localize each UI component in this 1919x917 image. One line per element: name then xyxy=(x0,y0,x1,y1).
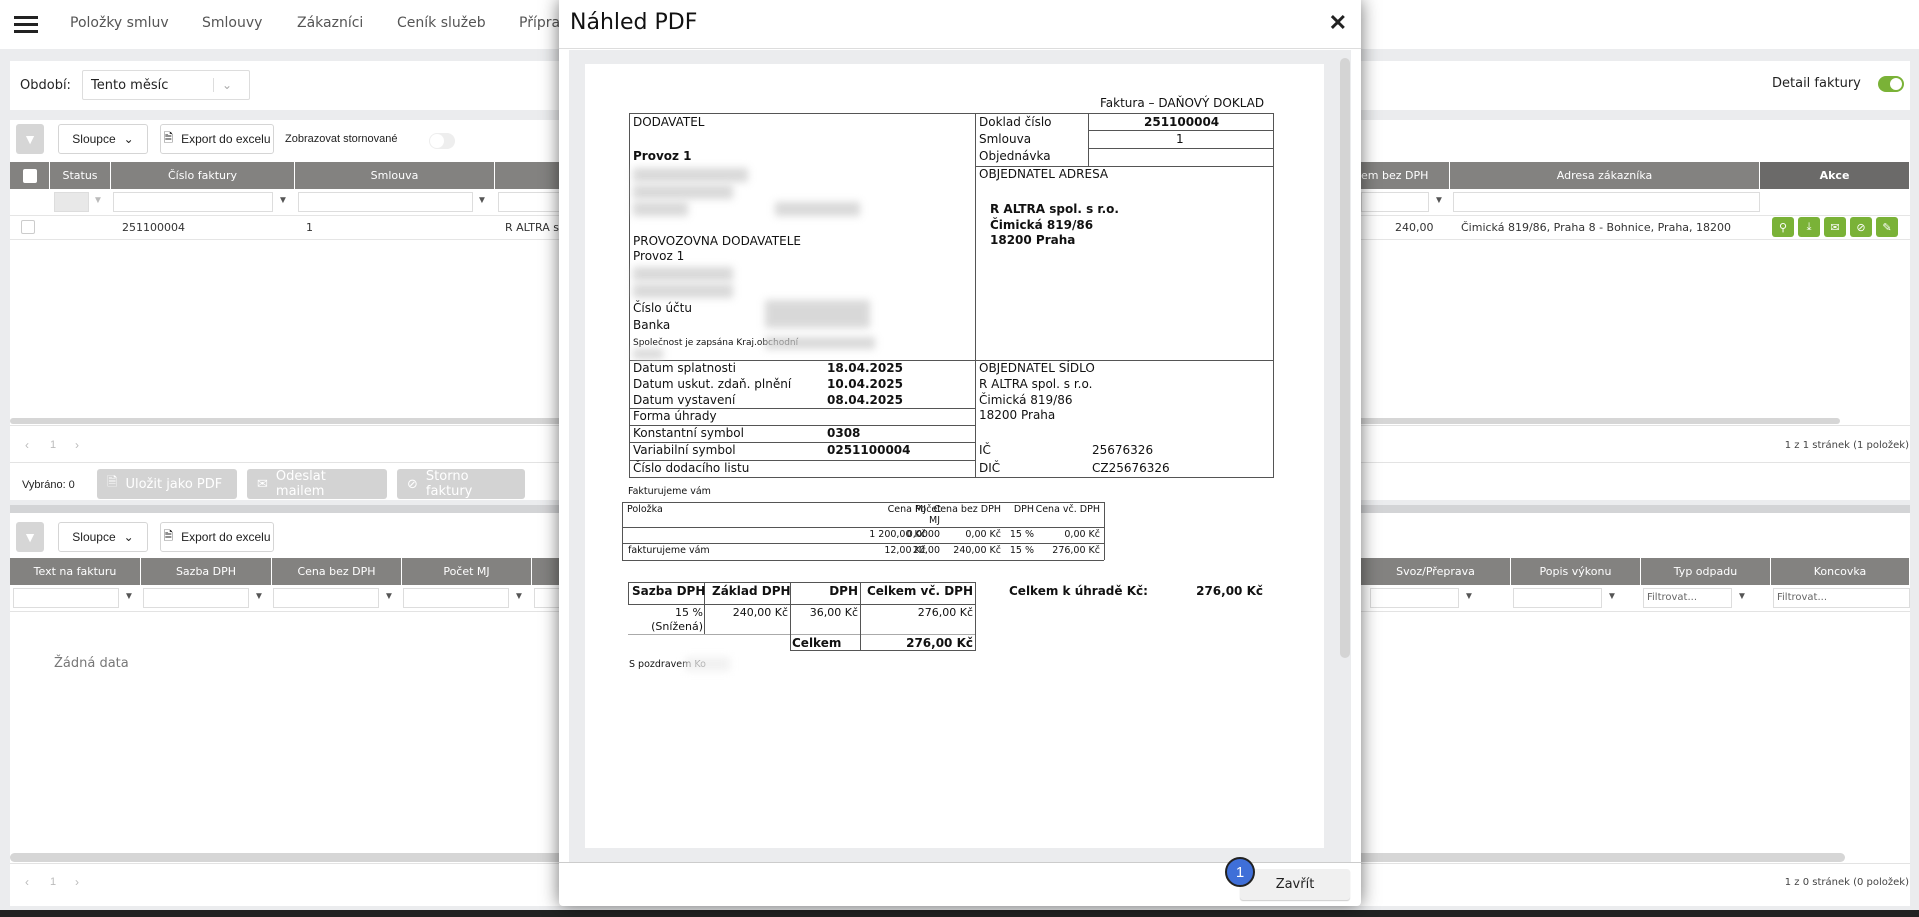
vat-col-vat: DPH xyxy=(829,584,858,598)
vat-rate: 15 % xyxy=(675,606,703,619)
vat-rate-type: (Snížená) xyxy=(651,620,703,633)
redacted-text xyxy=(633,168,748,182)
item-vat: 15 % xyxy=(1009,529,1034,540)
items-col-vat: DPH xyxy=(1013,504,1034,515)
items-col-gross: Cena vč. DPH xyxy=(1035,504,1100,515)
items-col-unit-price: Cena MJ xyxy=(887,504,926,515)
item-unit-price: 12,00 Kč xyxy=(884,545,926,556)
delivery-note-label: Číslo dodacího listu xyxy=(633,461,750,475)
seat-street: Čimická 819/86 xyxy=(979,393,1073,407)
ic-value: 25676326 xyxy=(1092,443,1154,457)
item-net: 240,00 Kč xyxy=(953,545,1001,556)
item-vat: 15 % xyxy=(1009,545,1034,556)
vat-col-base: Základ DPH xyxy=(712,584,791,598)
contract-label: Smlouva xyxy=(979,132,1032,146)
order-label: Objednávka xyxy=(979,149,1051,163)
vat-total: 276,00 Kč xyxy=(906,636,973,650)
due-label: Datum splatnosti xyxy=(633,361,736,375)
buyer-city: 18200 Praha xyxy=(990,233,1076,247)
doc-number: 251100004 xyxy=(1144,115,1220,129)
ic-label: IČ xyxy=(979,443,991,457)
redacted-text xyxy=(765,300,870,328)
vat-total-row: 276,00 Kč xyxy=(917,606,973,619)
supplier-name: Provoz 1 xyxy=(633,149,692,163)
vat-col-rate: Sazba DPH xyxy=(632,584,706,598)
buyer-address-heading: OBJEDNATEL ADRESA xyxy=(979,167,1109,181)
redacted-text xyxy=(775,202,860,216)
items-intro: Fakturujeme vám xyxy=(628,486,711,497)
payment-label: Forma úhrady xyxy=(633,409,717,423)
vat-col-total: Celkem vč. DPH xyxy=(866,584,973,598)
item-name: fakturujeme vám xyxy=(628,545,710,556)
pdf-page: Faktura – DAŇOVÝ DOKLAD DODAVATEL Provoz… xyxy=(585,64,1324,848)
redacted-text xyxy=(765,337,875,349)
redacted-text xyxy=(633,349,663,359)
due-date: 18.04.2025 xyxy=(827,361,903,375)
const-symbol-label: Konstantní symbol xyxy=(633,426,744,440)
seat-heading: OBJEDNATEL SÍDLO xyxy=(979,361,1095,375)
dic-value: CZ25676326 xyxy=(1092,461,1170,475)
doc-number-label: Doklad číslo xyxy=(979,115,1052,129)
issue-label: Datum vystavení xyxy=(633,393,736,407)
redacted-text xyxy=(633,267,733,281)
item-net: 0,00 Kč xyxy=(965,529,1001,540)
issue-date: 08.04.2025 xyxy=(827,393,903,407)
vat-total-label: Celkem xyxy=(792,636,842,650)
const-symbol: 0308 xyxy=(827,426,861,440)
doc-title: Faktura – DAŇOVÝ DOKLAD xyxy=(1100,96,1265,110)
redacted-text xyxy=(685,657,730,671)
branch-heading: PROVOZOVNA DODAVATELE xyxy=(633,234,801,248)
amount-due: 276,00 Kč xyxy=(1196,584,1263,598)
account-label: Číslo účtu xyxy=(633,301,692,315)
redacted-text xyxy=(633,185,733,199)
contract-value: 1 xyxy=(1176,132,1184,146)
amount-due-label: Celkem k úhradě Kč: xyxy=(1009,584,1148,598)
var-symbol-label: Variabilní symbol xyxy=(633,443,736,457)
tax-date: 10.04.2025 xyxy=(827,377,903,391)
redacted-text xyxy=(633,202,688,216)
buyer-name: R ALTRA spol. s r.o. xyxy=(990,202,1119,216)
dic-label: DIČ xyxy=(979,461,1001,475)
vat-base: 240,00 Kč xyxy=(732,606,788,619)
buyer-street: Čimická 819/86 xyxy=(990,218,1094,232)
vat-amount: 36,00 Kč xyxy=(809,606,858,619)
supplier-heading: DODAVATEL xyxy=(633,115,705,129)
bank-label: Banka xyxy=(633,318,671,332)
item-gross: 276,00 Kč xyxy=(1052,545,1100,556)
tax-date-label: Datum uskut. zdaň. plnění xyxy=(633,377,792,391)
var-symbol: 0251100004 xyxy=(827,443,911,457)
branch-name: Provoz 1 xyxy=(633,249,685,263)
redacted-text xyxy=(633,284,733,298)
item-gross: 0,00 Kč xyxy=(1064,529,1100,540)
item-unit-price: 1 200,00 Kč xyxy=(869,529,926,540)
items-col-net: Cena bez DPH xyxy=(933,504,1001,515)
items-col-item: Položka xyxy=(627,504,663,515)
seat-city: 18200 Praha xyxy=(979,408,1056,422)
seat-name: R ALTRA spol. s r.o. xyxy=(979,377,1093,391)
